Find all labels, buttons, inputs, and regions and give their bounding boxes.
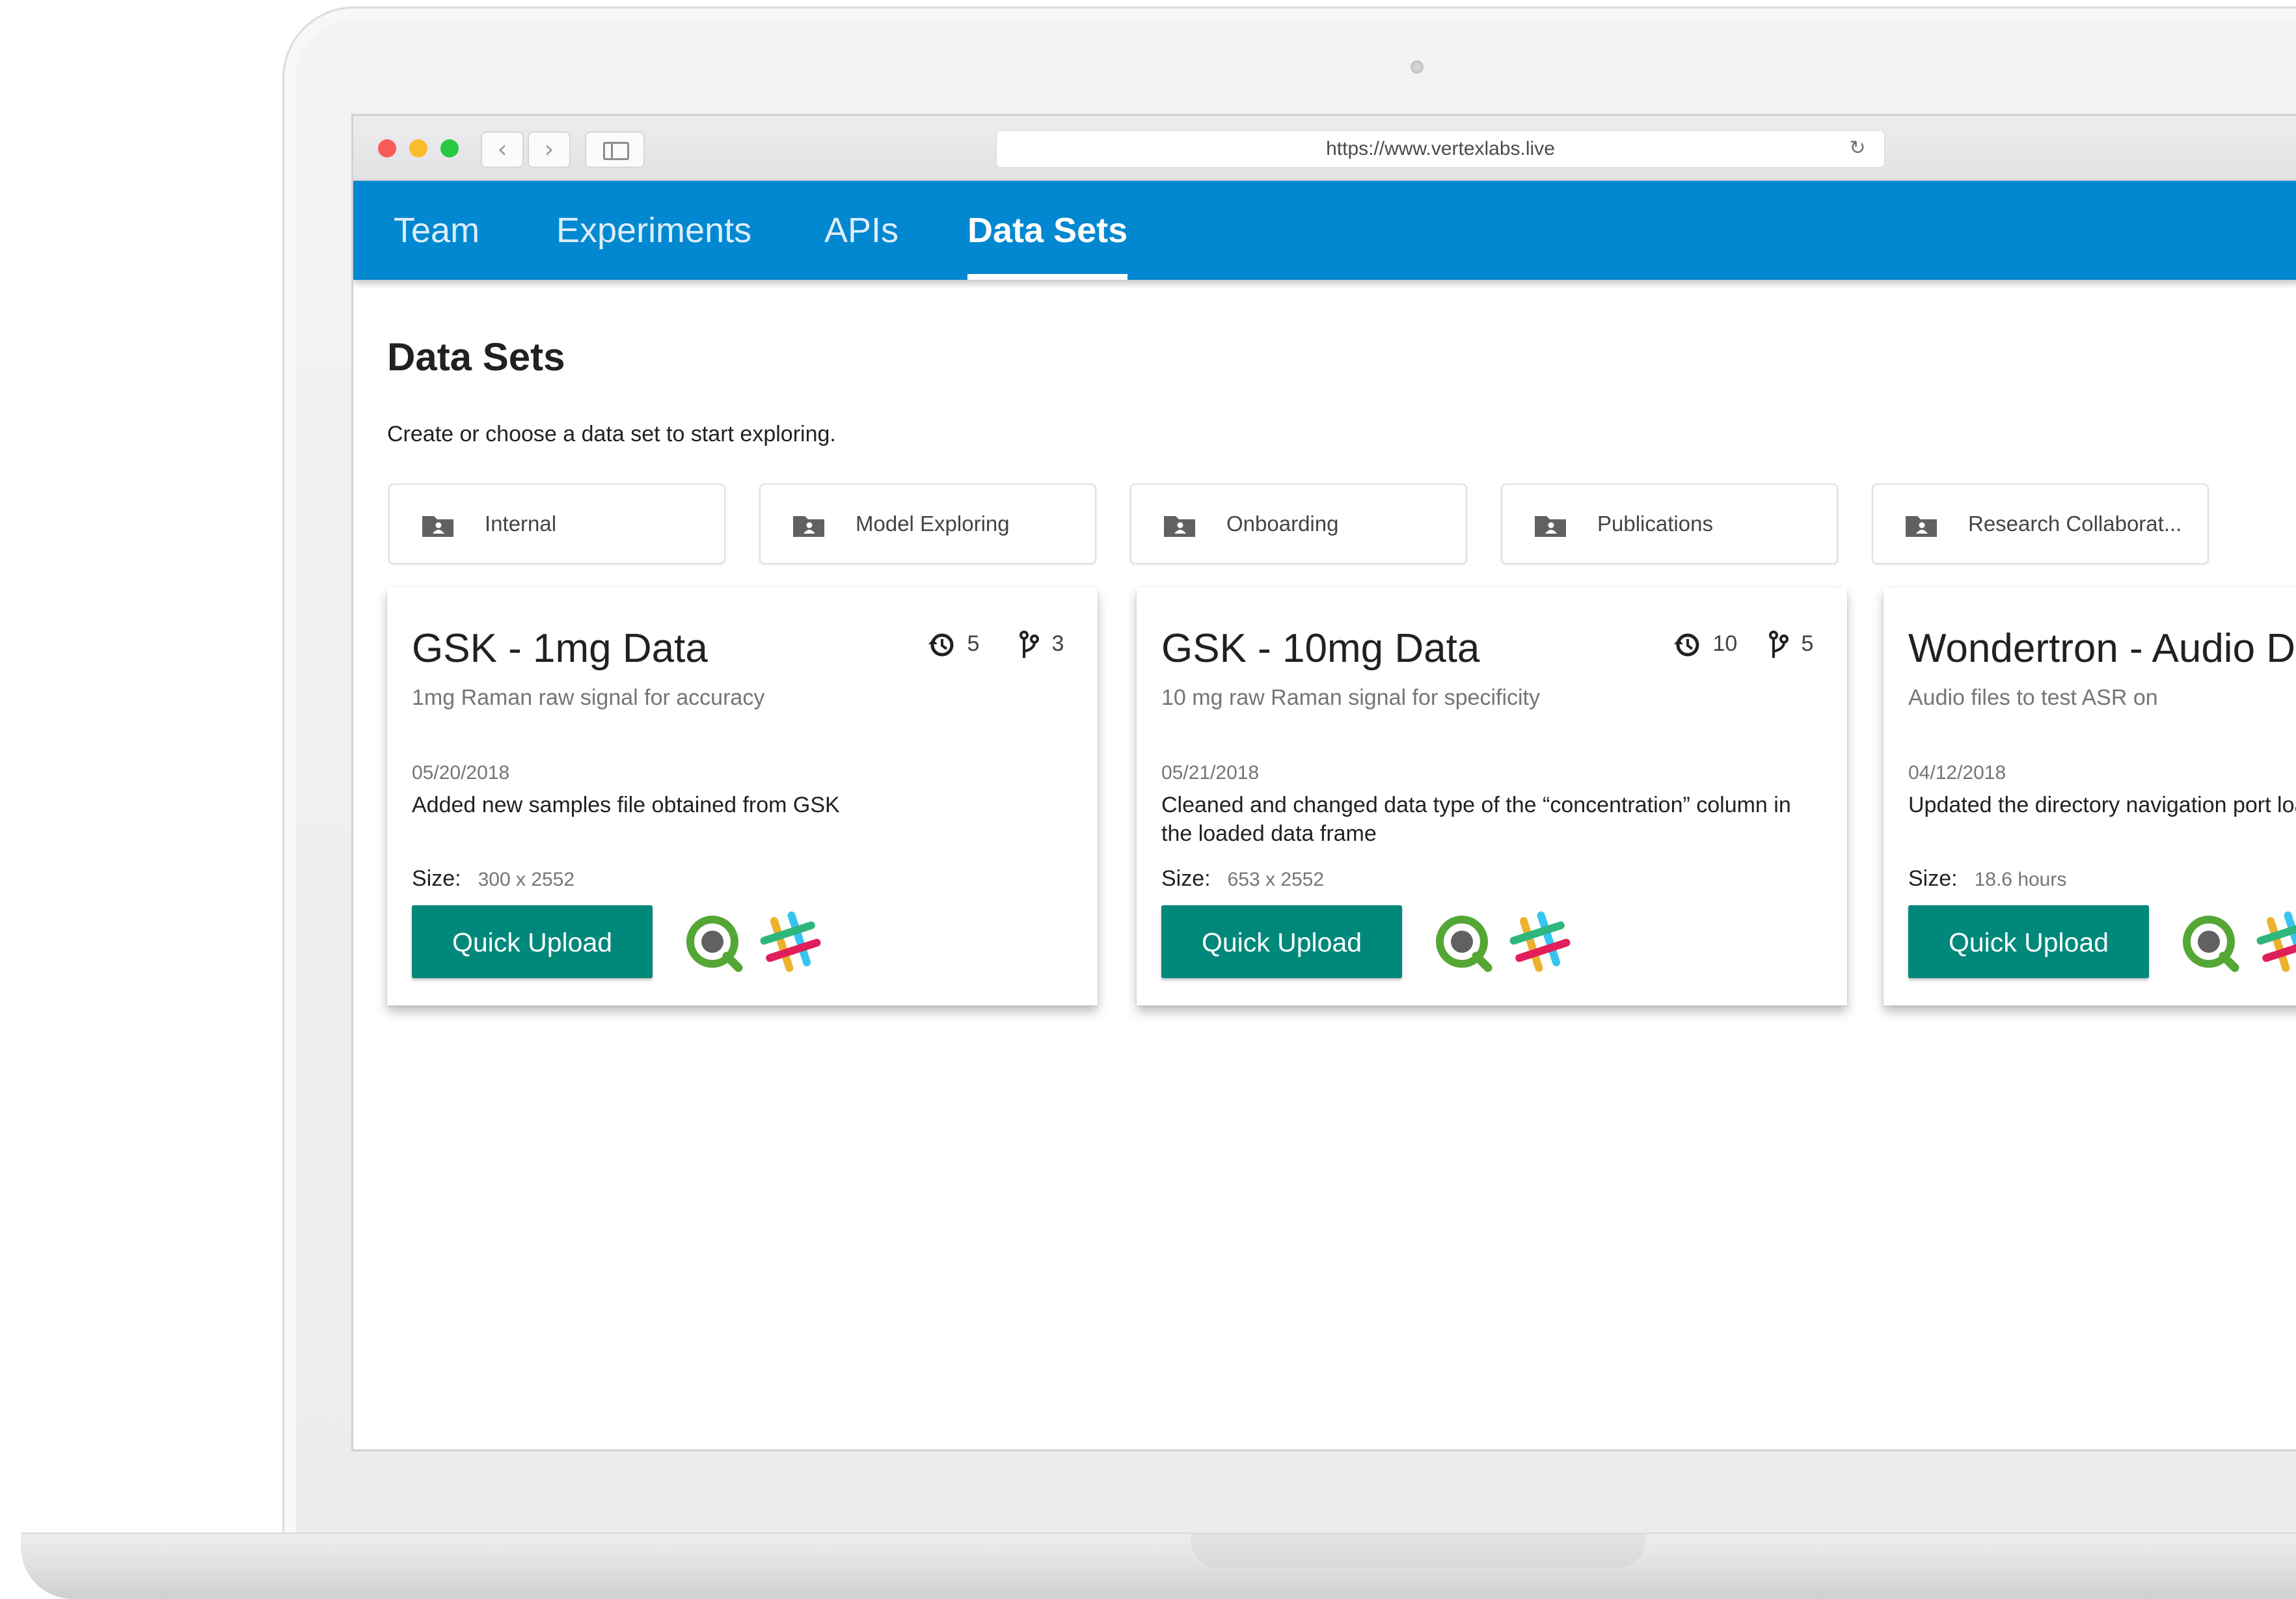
dataset-note: Updated the directory navigation port lo…: [1908, 793, 2296, 817]
sidebar-toggle-button[interactable]: [585, 131, 645, 168]
history-stat[interactable]: 5: [926, 624, 979, 663]
folder-chip-label: Research Collaborat...: [1968, 512, 2182, 536]
page-title: Data Sets: [387, 335, 565, 379]
tab-data-sets[interactable]: Data Sets: [967, 181, 1128, 280]
camera-dot: [1411, 61, 1424, 74]
slack-icon[interactable]: [1509, 910, 1571, 973]
dataset-title: GSK - 1mg Data: [412, 626, 708, 671]
branch-count: 3: [1051, 631, 1064, 656]
dataset-title: Wondertron - Audio D: [1908, 626, 2296, 671]
qlik-icon[interactable]: [1433, 913, 1494, 974]
size-value: 653 x 2552: [1227, 869, 1325, 890]
quick-upload-button[interactable]: Quick Upload: [412, 905, 653, 978]
qlik-icon[interactable]: [684, 913, 745, 974]
minimize-window-button[interactable]: [409, 139, 427, 157]
folder-chip-label: Model Exploring: [856, 512, 1010, 536]
dataset-date: 04/12/2018: [1908, 762, 2006, 784]
tab-experiments[interactable]: Experiments: [556, 181, 751, 280]
qlik-icon[interactable]: [2180, 913, 2241, 974]
forward-button[interactable]: ›: [528, 131, 571, 168]
branch-icon: [1020, 631, 1039, 659]
folder-chip-research-collaboration[interactable]: Research Collaborat...: [1872, 484, 2209, 564]
size-label: Size:: [412, 866, 461, 891]
maximize-window-button[interactable]: [440, 139, 459, 157]
tab-team[interactable]: Team: [394, 181, 479, 280]
dataset-title: GSK - 10mg Data: [1161, 626, 1480, 671]
history-icon: [928, 633, 954, 657]
branch-stat[interactable]: 5: [1768, 624, 1813, 663]
browser-window: ‹ › https://www.vertexlabs.live ↻ Team E…: [351, 114, 2296, 1451]
folder-chip-publications[interactable]: Publications: [1501, 484, 1838, 564]
slack-icon[interactable]: [2256, 910, 2296, 973]
dataset-card[interactable]: Wondertron - Audio D Audio files to test…: [1884, 588, 2296, 1005]
history-stat[interactable]: 10: [1671, 624, 1737, 663]
slack-icon[interactable]: [759, 910, 822, 973]
folder-chip-onboarding[interactable]: Onboarding: [1130, 484, 1467, 564]
size-label: Size:: [1161, 866, 1211, 891]
size-label: Size:: [1908, 866, 1958, 891]
dataset-size: Size: 653 x 2552: [1161, 866, 1324, 892]
dataset-note: Cleaned and changed data type of the “co…: [1161, 793, 1791, 846]
history-count: 5: [967, 631, 980, 656]
history-count: 10: [1712, 631, 1738, 656]
browser-toolbar: ‹ › https://www.vertexlabs.live ↻: [353, 116, 2296, 181]
shared-folder-icon: [793, 516, 824, 537]
close-window-button[interactable]: [378, 139, 396, 157]
folder-chip-internal[interactable]: Internal: [388, 484, 725, 564]
folder-chip-label: Onboarding: [1226, 512, 1339, 536]
chevron-right-icon: ›: [544, 135, 554, 163]
quick-upload-button[interactable]: Quick Upload: [1161, 905, 1402, 978]
dataset-size: Size: 18.6 hours: [1908, 866, 2066, 892]
folder-chip-model-exploring[interactable]: Model Exploring: [759, 484, 1096, 564]
branch-icon: [1769, 631, 1789, 659]
url-text: https://www.vertexlabs.live: [1326, 138, 1555, 159]
dataset-size: Size: 300 x 2552: [412, 866, 574, 892]
dataset-card[interactable]: GSK - 10mg Data 10 5 10 mg raw Raman sig…: [1137, 588, 1847, 1005]
shared-folder-icon: [1535, 516, 1566, 537]
laptop-opening-notch: [1191, 1534, 1646, 1568]
shared-folder-icon: [1906, 516, 1937, 537]
dataset-note: Added new samples file obtained from GSK: [412, 793, 840, 817]
branch-stat[interactable]: 3: [1018, 624, 1064, 663]
history-icon: [1674, 633, 1699, 657]
dataset-description: Audio files to test ASR on: [1908, 685, 2158, 710]
address-bar[interactable]: https://www.vertexlabs.live ↻: [996, 130, 1885, 168]
reload-icon[interactable]: ↻: [1848, 139, 1867, 158]
sidebar-icon: [603, 142, 629, 160]
branch-count: 5: [1801, 631, 1814, 656]
shared-folder-icon: [422, 516, 453, 537]
dataset-description: 1mg Raman raw signal for accuracy: [412, 685, 765, 710]
tab-apis[interactable]: APIs: [824, 181, 898, 280]
folder-chip-label: Publications: [1597, 512, 1713, 536]
dataset-date: 05/21/2018: [1161, 762, 1260, 784]
shared-folder-icon: [1164, 516, 1195, 537]
folder-chip-label: Internal: [485, 512, 557, 536]
size-value: 18.6 hours: [1974, 869, 2067, 890]
laptop-base: [21, 1533, 2296, 1599]
chevron-left-icon: ‹: [497, 135, 507, 163]
page-subtitle: Create or choose a data set to start exp…: [387, 422, 836, 446]
dataset-date: 05/20/2018: [412, 762, 510, 784]
dataset-card[interactable]: GSK - 1mg Data 5 3 1mg Raman raw signal …: [387, 588, 1098, 1005]
app-nav-bar: Team Experiments APIs Data Sets: [353, 181, 2296, 280]
size-value: 300 x 2552: [478, 869, 575, 890]
back-button[interactable]: ‹: [481, 131, 524, 168]
quick-upload-button[interactable]: Quick Upload: [1908, 905, 2149, 978]
dataset-description: 10 mg raw Raman signal for specificity: [1161, 685, 1541, 710]
